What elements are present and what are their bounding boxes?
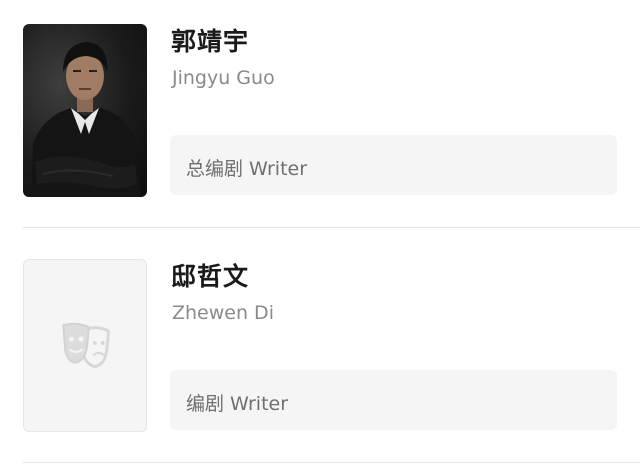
person-photo-placeholder[interactable] [23,259,147,432]
person-name-chinese: 邸哲文 [171,262,250,291]
cast-item[interactable]: 郭靖宇 Jingyu Guo 总编剧 Writer [0,0,640,235]
person-name-english: Jingyu Guo [172,67,275,89]
person-name-english: Zhewen Di [172,302,274,324]
role-badge: 总编剧 Writer [170,135,617,195]
role-badge: 编剧 Writer [170,370,617,430]
person-photo[interactable] [23,24,147,197]
divider [23,462,640,463]
role-label: 编剧 Writer [186,393,289,415]
person-name-chinese: 郭靖宇 [171,27,250,56]
role-label: 总编剧 Writer [186,158,308,180]
divider [23,227,640,228]
cast-item[interactable]: 邸哲文 Zhewen Di 编剧 Writer [0,235,640,470]
theater-masks-icon [62,322,111,369]
portrait-image [31,42,141,197]
